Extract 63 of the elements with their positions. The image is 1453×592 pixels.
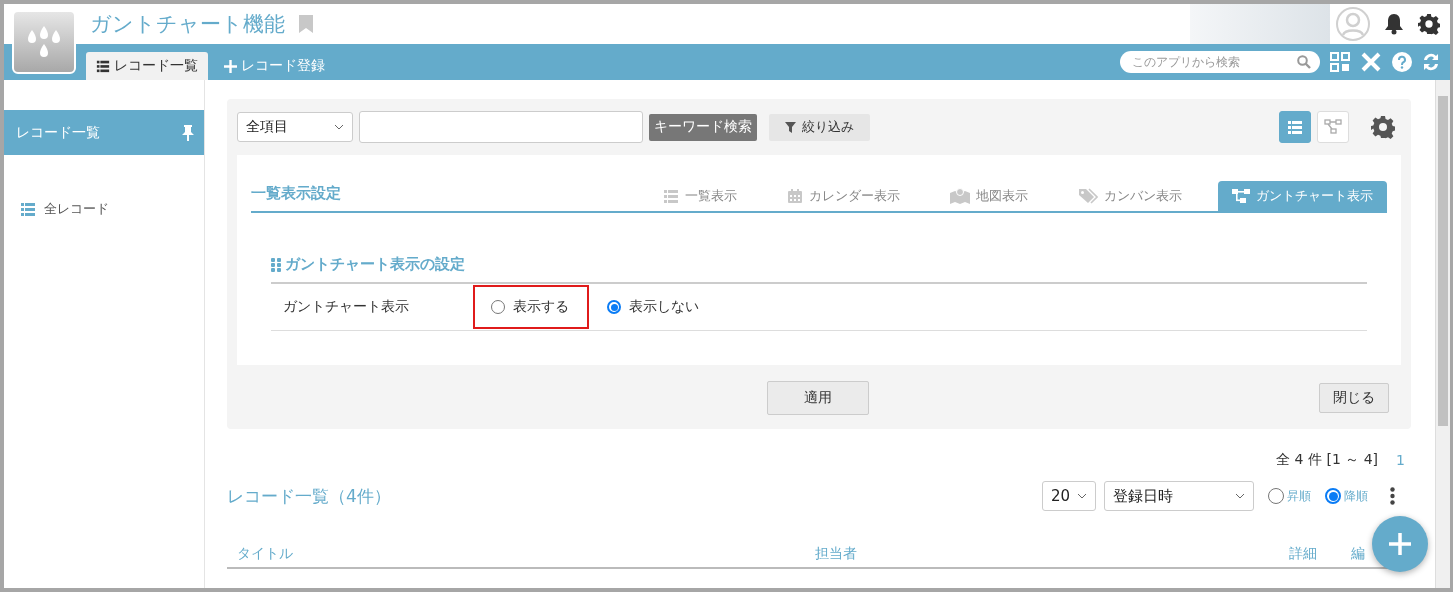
column-header: タイトル bbox=[237, 545, 294, 563]
avatar-icon[interactable] bbox=[1336, 7, 1370, 41]
keyword-field[interactable] bbox=[359, 111, 643, 143]
section-title: ガントチャート表示の設定 bbox=[285, 255, 465, 274]
search-field[interactable]: このアプリから検索 bbox=[1120, 51, 1320, 73]
qr-code-icon[interactable] bbox=[1330, 52, 1350, 72]
list-title: レコード一覧（4件） bbox=[227, 484, 391, 508]
sidebar-title: レコード一覧 bbox=[16, 123, 100, 142]
search-icon bbox=[1297, 55, 1311, 69]
highlighted-radio-option[interactable]: 表示する bbox=[473, 285, 589, 329]
apply-button[interactable]: 適用 bbox=[767, 381, 869, 415]
scrollbar-thumb[interactable] bbox=[1438, 96, 1448, 426]
radio-option[interactable]: 表示しない bbox=[589, 285, 719, 329]
chevron-icon bbox=[1235, 493, 1245, 499]
radio-button[interactable] bbox=[1268, 488, 1284, 504]
view-tab[interactable]: カンバン表示 bbox=[1064, 181, 1196, 211]
nav-tab[interactable]: レコード一覧 bbox=[86, 52, 208, 80]
radio-button[interactable] bbox=[607, 300, 621, 314]
calendar-icon bbox=[787, 188, 803, 204]
view-mode-button[interactable] bbox=[1279, 111, 1311, 143]
diagram-icon bbox=[1324, 119, 1342, 135]
gantt-icon bbox=[1232, 188, 1250, 204]
view-tab[interactable]: 地図表示 bbox=[936, 181, 1042, 211]
bookmark-icon[interactable] bbox=[299, 15, 313, 33]
more-icon[interactable] bbox=[1390, 487, 1395, 505]
pin-icon[interactable] bbox=[182, 124, 194, 141]
per-page-select[interactable]: 20 bbox=[1042, 481, 1096, 511]
column-header: 編 bbox=[1351, 545, 1365, 563]
tag-icon bbox=[1078, 188, 1098, 204]
list-icon bbox=[1287, 119, 1303, 135]
radio-button[interactable] bbox=[491, 300, 505, 314]
column-header: 詳細 bbox=[1289, 545, 1318, 563]
bell-icon[interactable] bbox=[1384, 13, 1404, 35]
setting-label: ガントチャート表示 bbox=[282, 298, 410, 316]
radio-button[interactable] bbox=[1325, 488, 1341, 504]
chevron-icon bbox=[334, 124, 344, 130]
field-select[interactable]: 全項目 bbox=[237, 112, 353, 142]
column-header: 担当者 bbox=[815, 545, 858, 563]
app-title: ガントチャート機能 bbox=[90, 11, 285, 38]
list-icon bbox=[663, 188, 679, 204]
map-icon bbox=[950, 188, 970, 204]
view-tab[interactable]: カレンダー表示 bbox=[773, 181, 914, 211]
settings-icon[interactable] bbox=[1418, 13, 1440, 35]
filter-button[interactable]: 絞り込み bbox=[769, 113, 870, 141]
plus-icon bbox=[1389, 533, 1411, 555]
help-icon[interactable] bbox=[1392, 52, 1412, 72]
settings-icon[interactable] bbox=[1371, 115, 1395, 139]
sidebar-item[interactable]: 全レコード bbox=[20, 200, 109, 218]
sort-select[interactable]: 登録日時 bbox=[1104, 481, 1254, 511]
app-logo bbox=[12, 10, 76, 74]
filter-icon bbox=[785, 121, 796, 133]
close-button[interactable]: 閉じる bbox=[1319, 383, 1389, 413]
add-button[interactable] bbox=[1372, 516, 1428, 572]
settings-title: 一覧表示設定 bbox=[251, 184, 341, 204]
sync-icon[interactable] bbox=[1422, 51, 1440, 73]
grip-icon bbox=[271, 257, 281, 272]
record-count: 全 4 件 [1 ～ 4] bbox=[1276, 451, 1379, 469]
keyword-search-button[interactable]: キーワード検索 bbox=[649, 113, 757, 141]
chevron-icon bbox=[1077, 493, 1087, 499]
plus-icon bbox=[224, 59, 237, 73]
view-tab[interactable]: 一覧表示 bbox=[649, 181, 751, 211]
list-icon bbox=[96, 59, 110, 73]
list-icon bbox=[20, 201, 36, 217]
